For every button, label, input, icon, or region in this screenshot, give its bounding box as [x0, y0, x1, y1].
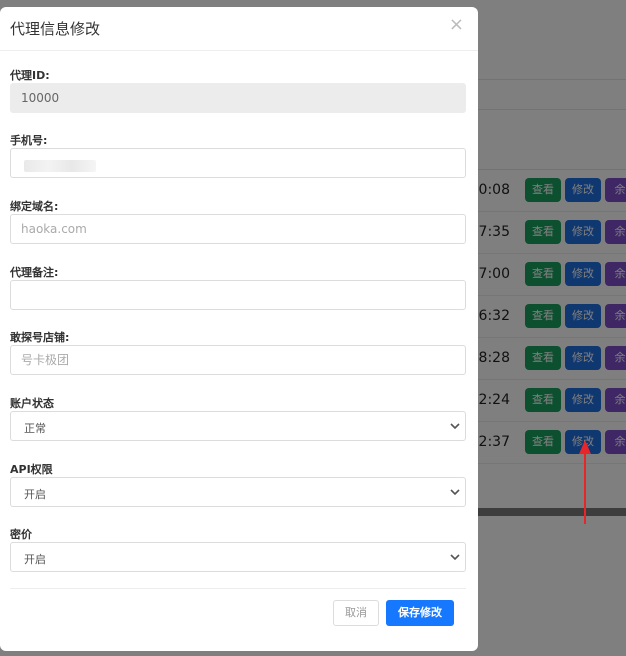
remark-input[interactable] [10, 280, 466, 310]
chevron-down-icon [450, 423, 460, 430]
save-changes-button[interactable]: 保存修改 [386, 600, 454, 626]
redacted-phone [24, 160, 96, 172]
account-status-field: 账户状态 正常 [10, 395, 466, 441]
secret-price-field: 密价 开启 [10, 526, 466, 572]
secret-price-label: 密价 [10, 528, 32, 541]
agent-id-label: 代理ID: [10, 69, 50, 82]
secret-price-select[interactable]: 开启 [10, 542, 466, 572]
chevron-down-icon [450, 489, 460, 496]
close-icon[interactable]: × [449, 14, 464, 35]
account-status-select[interactable]: 正常 [10, 411, 466, 441]
account-status-value: 正常 [24, 422, 46, 435]
api-permission-field: API权限 开启 [10, 461, 466, 507]
cancel-button[interactable]: 取消 [333, 600, 379, 626]
remark-label: 代理备注: [10, 266, 59, 279]
shop-field: 敢探号店铺: [10, 329, 466, 375]
shop-label: 敢探号店铺: [10, 331, 70, 344]
agent-edit-dialog: 代理信息修改 × 代理ID: 手机号: 绑定域名: 代理备注: 敢探号店铺: 账… [0, 7, 478, 651]
agent-id-input [10, 83, 466, 113]
api-permission-label: API权限 [10, 463, 53, 476]
api-permission-value: 开启 [24, 488, 46, 501]
domain-label: 绑定域名: [10, 200, 59, 213]
shop-input[interactable] [10, 345, 466, 375]
domain-input[interactable] [10, 214, 466, 244]
remark-field: 代理备注: [10, 264, 466, 310]
dialog-title: 代理信息修改 [10, 20, 101, 38]
account-status-label: 账户状态 [10, 397, 54, 410]
dialog-header: 代理信息修改 × [0, 7, 478, 51]
phone-field: 手机号: [10, 132, 466, 178]
agent-id-field: 代理ID: [10, 67, 466, 113]
red-arrow-annotation [579, 440, 591, 524]
api-permission-select[interactable]: 开启 [10, 477, 466, 507]
secret-price-value: 开启 [24, 553, 46, 566]
dialog-footer-divider [10, 588, 466, 589]
domain-field: 绑定域名: [10, 198, 466, 244]
phone-label: 手机号: [10, 134, 48, 147]
chevron-down-icon [450, 554, 460, 561]
